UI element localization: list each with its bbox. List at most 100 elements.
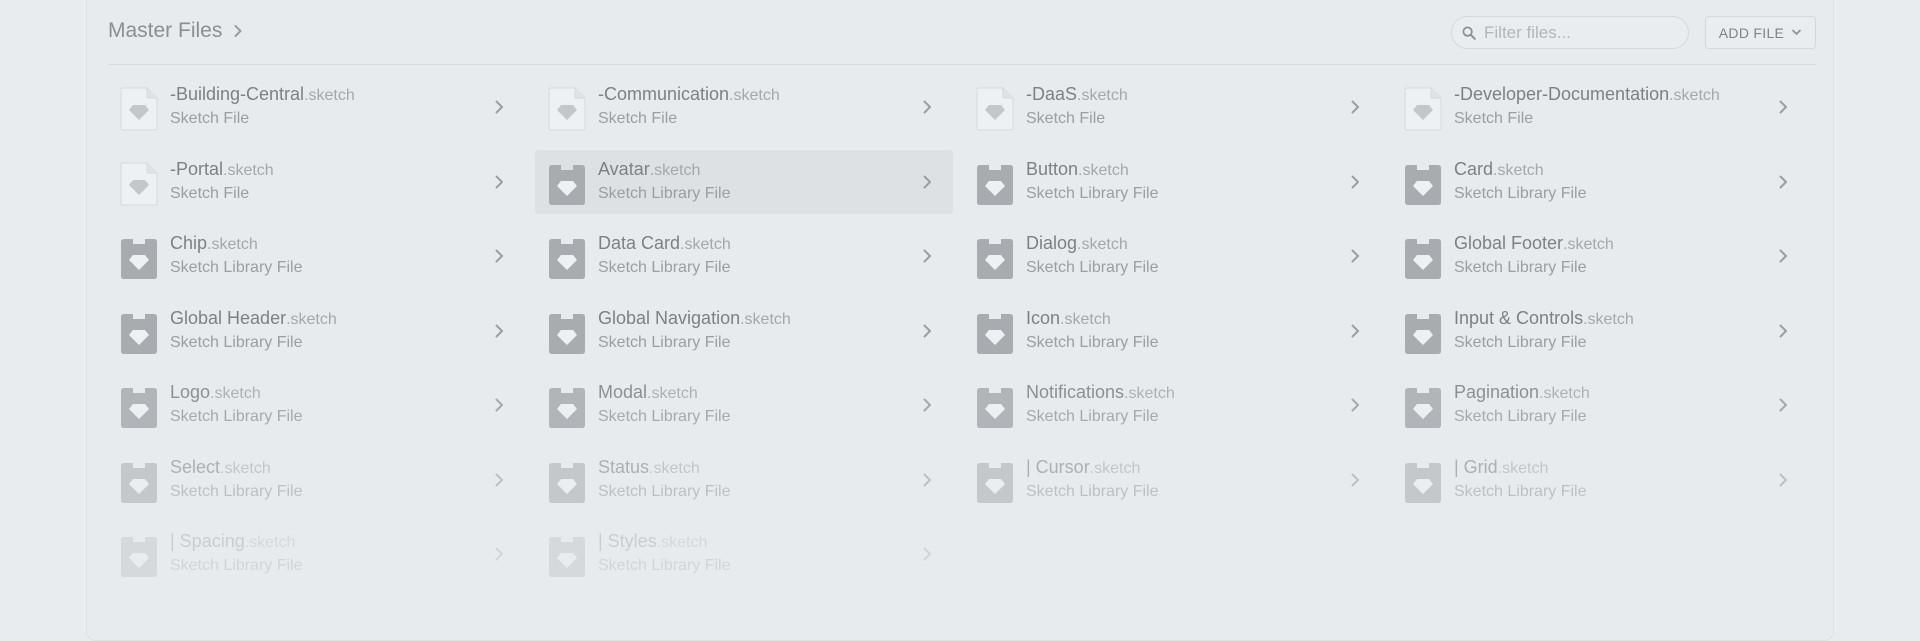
file-title: -Building-Central.sketch <box>170 84 355 105</box>
file-extension: .sketch <box>244 534 296 551</box>
file-item[interactable]: Icon.sketch Sketch Library File <box>963 299 1381 363</box>
add-file-button[interactable]: ADD FILE <box>1705 16 1816 49</box>
breadcrumb-label: Master Files <box>108 19 223 42</box>
chevron-right-icon <box>1351 324 1359 337</box>
file-name: Global Navigation <box>598 307 741 328</box>
file-item[interactable]: -Communication.sketch Sketch File <box>535 75 953 139</box>
file-item[interactable]: Pagination.sketch Sketch Library File <box>1391 373 1809 437</box>
file-item[interactable]: | Styles.sketch Sketch Library File <box>535 522 953 586</box>
file-extension: .sketch <box>1493 161 1544 179</box>
chevron-right-icon <box>923 398 931 412</box>
file-name: | Spacing <box>170 531 245 551</box>
file-item[interactable]: Dialog.sketch Sketch Library File <box>963 224 1381 288</box>
file-extension: .sketch <box>1124 385 1175 402</box>
file-type: Sketch File <box>598 110 678 127</box>
file-item[interactable]: -Building-Central.sketch Sketch File <box>107 75 525 139</box>
chevron-right-icon <box>495 249 503 263</box>
file-name: -Portal <box>170 158 224 179</box>
file-item[interactable]: -Portal.sketch Sketch File <box>107 150 525 214</box>
file-name: Avatar <box>598 158 650 179</box>
filter-files-input[interactable] <box>1482 21 1676 44</box>
file-title: | Grid.sketch <box>1454 457 1548 478</box>
file-title: Input & Controls.sketch <box>1454 308 1634 329</box>
file-extension: .sketch <box>1563 236 1614 253</box>
chevron-right-icon <box>495 175 503 188</box>
file-item[interactable]: Global Footer.sketch Sketch Library File <box>1391 224 1809 288</box>
file-type: Sketch File <box>170 184 250 202</box>
file-type: Sketch Library File <box>1454 259 1587 276</box>
panel-header: Master Files ADD FILE <box>108 0 1816 65</box>
file-title: -Portal.sketch <box>170 159 274 180</box>
chevron-right-icon <box>1779 473 1787 486</box>
file-title: Card.sketch <box>1454 159 1544 180</box>
chevron-right-icon <box>923 249 931 263</box>
file-title: -Communication.sketch <box>598 84 780 105</box>
file-title: -DaaS.sketch <box>1026 84 1128 105</box>
file-item[interactable]: Notifications.sketch Sketch Library File <box>963 373 1381 437</box>
chevron-right-icon <box>495 473 503 486</box>
file-item[interactable]: Button.sketch Sketch Library File <box>963 150 1381 214</box>
sketch-library-icon <box>549 388 585 428</box>
file-type: Sketch Library File <box>1454 333 1587 351</box>
file-title: | Cursor.sketch <box>1026 457 1140 478</box>
file-item[interactable]: Chip.sketch Sketch Library File <box>107 224 525 288</box>
chevron-right-icon <box>495 324 503 337</box>
file-type: Sketch Library File <box>1026 408 1159 425</box>
file-title: Status.sketch <box>598 457 700 478</box>
file-name: | Grid <box>1454 456 1498 477</box>
sketch-library-icon <box>121 313 157 354</box>
file-name: | Cursor <box>1026 456 1090 477</box>
file-extension: .sketch <box>223 161 274 179</box>
sketch-document-icon <box>120 162 158 205</box>
file-item[interactable]: Input & Controls.sketch Sketch Library Fi… <box>1391 299 1809 363</box>
sketch-library-icon <box>1405 313 1441 354</box>
file-item[interactable]: -DaaS.sketch Sketch File <box>963 75 1381 139</box>
file-item[interactable]: Avatar.sketch Sketch Library File <box>535 149 953 214</box>
file-title: Notifications.sketch <box>1026 382 1175 403</box>
file-item[interactable]: Global Navigation.sketch Sketch Library F… <box>535 299 953 363</box>
file-extension: .sketch <box>740 310 791 328</box>
file-grid: -Building-Central.sketch Sketch File -Comm… <box>107 75 1787 586</box>
file-item[interactable]: -Developer-Documentation.sketch Sketch Fi… <box>1391 75 1809 139</box>
chevron-right-icon <box>923 547 931 561</box>
file-name: Card <box>1454 158 1494 179</box>
file-type: Sketch Library File <box>598 259 731 276</box>
file-extension: .sketch <box>649 161 701 179</box>
file-item[interactable]: | Grid.sketch Sketch Library File <box>1391 448 1809 512</box>
search-icon <box>1462 26 1476 40</box>
file-extension: .sketch <box>1077 236 1128 253</box>
filter-search-box[interactable] <box>1451 16 1689 49</box>
sketch-document-icon <box>976 87 1014 131</box>
file-item[interactable]: Logo.sketch Sketch Library File <box>107 373 525 437</box>
file-name: -Developer-Documentation <box>1454 84 1670 104</box>
file-title: Logo.sketch <box>170 382 261 403</box>
file-type: Sketch Library File <box>1026 259 1159 276</box>
sketch-library-icon <box>549 537 585 577</box>
file-name: Status <box>598 456 650 477</box>
file-item[interactable]: Data Card.sketch Sketch Library File <box>535 224 953 288</box>
file-item[interactable]: Modal.sketch Sketch Library File <box>535 373 953 437</box>
file-title: Global Header.sketch <box>170 308 337 329</box>
file-name: Modal <box>598 382 648 402</box>
file-type: Sketch Library File <box>170 333 303 351</box>
file-title: Select.sketch <box>170 457 271 478</box>
file-name: Input & Controls <box>1454 307 1584 328</box>
file-item[interactable]: Select.sketch Sketch Library File <box>107 448 525 512</box>
chevron-right-icon <box>1351 175 1359 188</box>
file-item[interactable]: Status.sketch Sketch Library File <box>535 448 953 512</box>
file-extension: .sketch <box>1089 459 1141 477</box>
sketch-library-icon <box>549 164 585 205</box>
file-title: Button.sketch <box>1026 159 1129 180</box>
file-extension: .sketch <box>210 385 261 402</box>
breadcrumb[interactable]: Master Files <box>108 19 245 43</box>
file-extension: .sketch <box>1497 459 1549 477</box>
sketch-document-icon <box>548 87 586 131</box>
file-item[interactable]: Global Header.sketch Sketch Library File <box>107 299 525 363</box>
file-item[interactable]: | Spacing.sketch Sketch Library File <box>107 522 525 586</box>
sketch-library-icon <box>977 313 1013 354</box>
file-name: -Communication <box>598 84 730 104</box>
file-item[interactable]: Card.sketch Sketch Library File <box>1391 150 1809 214</box>
file-item[interactable]: | Cursor.sketch Sketch Library File <box>963 448 1381 512</box>
sketch-library-icon <box>121 462 157 503</box>
chevron-right-icon <box>1779 398 1787 412</box>
